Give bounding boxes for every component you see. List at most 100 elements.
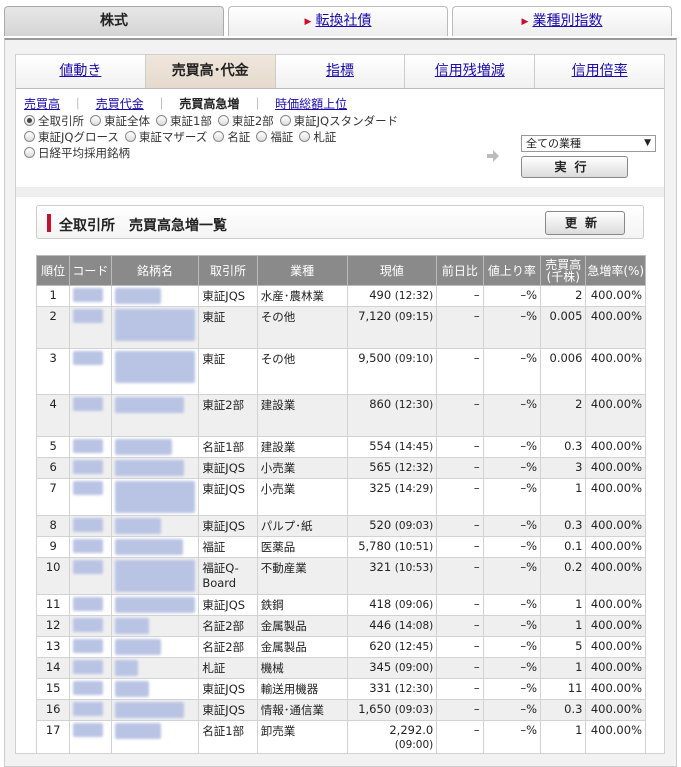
cell-name[interactable]: 極洋株式 — [110, 285, 200, 307]
stock-code-link[interactable]: 3840 — [73, 702, 103, 716]
radio-icon[interactable] — [279, 115, 291, 126]
stock-name-link[interactable]: わかもと製薬 — [114, 539, 184, 555]
stock-name-link[interactable]: ナフコホールディングス — [114, 481, 196, 513]
cell-name[interactable]: 浅香工業 — [110, 636, 200, 658]
tab-volume-value[interactable]: 売買高･代金 — [145, 55, 276, 88]
tab-indicators-link[interactable]: 指標 — [326, 63, 354, 79]
stock-name-link[interactable]: ETF上場投資信託銘柄名 — [114, 351, 196, 383]
stock-code-link[interactable]: 1787 — [73, 397, 103, 411]
cell-name[interactable]: パスコ社情報 — [110, 699, 200, 721]
link-turnover[interactable]: 売買高 — [24, 97, 60, 111]
radio-nikkei225[interactable]: 日経平均採用銘柄 — [24, 145, 130, 161]
radio-tse1[interactable]: 東証1部 — [156, 113, 212, 129]
tab-stocks[interactable]: 株式 — [4, 6, 224, 36]
link-trading-value[interactable]: 売買代金 — [96, 97, 144, 111]
cell-code[interactable]: 2790 — [69, 478, 112, 516]
cell-name[interactable]: iシェアーズ日本株式 — [110, 306, 200, 349]
cell-code[interactable]: 8887 — [69, 557, 112, 595]
cell-name[interactable]: フジオ — [110, 678, 200, 700]
tab-convertible-bonds[interactable]: ▶ 転換社債 — [228, 6, 448, 36]
tab-industry-index[interactable]: ▶ 業種別指数 — [452, 6, 672, 36]
cell-code[interactable]: 7201 — [69, 657, 112, 679]
radio-icon[interactable] — [24, 147, 35, 158]
radio-tse2[interactable]: 東証2部 — [217, 113, 274, 129]
tab-margin-change[interactable]: 信用残増減 — [405, 55, 536, 88]
cell-name[interactable]: 椿本興業 — [110, 720, 200, 754]
stock-code-link[interactable]: 2747 — [73, 460, 103, 474]
stock-code-link[interactable]: 1301 — [73, 288, 103, 302]
radio-icon[interactable] — [90, 115, 101, 126]
stock-code-link[interactable]: 3953 — [73, 518, 103, 532]
tab-margin-change-link[interactable]: 信用残増減 — [435, 63, 505, 79]
stock-name-link[interactable]: フジオ — [114, 681, 150, 697]
radio-mothers[interactable]: 東証マザーズ — [124, 129, 207, 145]
stock-name-link[interactable]: iシェアーズ日本株式 — [114, 309, 196, 341]
cell-code[interactable]: 7299 — [69, 678, 112, 700]
stock-name-link[interactable]: 大村紙業 — [114, 518, 161, 534]
cell-name[interactable]: ビックボックスリアル — [110, 557, 200, 595]
stock-code-link[interactable]: 7299 — [73, 681, 103, 695]
radio-tse-all[interactable]: 東証全体 — [90, 113, 150, 129]
cell-code[interactable]: 1573 — [69, 348, 112, 395]
stock-code-link[interactable]: 1475 — [73, 309, 103, 323]
radio-icon[interactable] — [24, 131, 35, 142]
stock-name-link[interactable]: 極洋株式 — [114, 288, 161, 304]
cell-code[interactable]: 8052 — [69, 720, 112, 754]
stock-code-link[interactable]: 8887 — [73, 560, 103, 574]
radio-icon[interactable] — [299, 131, 311, 142]
tab-price-movement-link[interactable]: 値動き — [59, 63, 101, 79]
industry-select[interactable]: 全ての業種 ▼ — [521, 135, 656, 152]
stock-name-link[interactable]: 熊谷組銘柄 — [114, 439, 173, 455]
stock-code-link[interactable]: 5939 — [73, 618, 103, 632]
radio-icon[interactable] — [213, 131, 225, 142]
cell-name[interactable]: 三井住建道路 — [110, 394, 200, 437]
radio-fukuoka[interactable]: 福証 — [256, 129, 293, 145]
stock-name-link[interactable]: 三井住建道路 — [114, 397, 184, 413]
cell-code[interactable]: 4512 — [69, 536, 112, 558]
stock-name-link[interactable]: パスコ社情報 — [114, 702, 184, 718]
stock-name-link[interactable]: 椿本興業 — [114, 723, 161, 739]
execute-button[interactable]: 実行 — [521, 156, 628, 178]
stock-name-link[interactable]: 北雄ラッキー — [114, 460, 184, 476]
cell-name[interactable]: ナフコホールディングス — [110, 478, 200, 516]
radio-jqs[interactable]: 東証JQスタンダード — [279, 113, 398, 129]
stock-code-link[interactable]: 5445 — [73, 597, 103, 611]
tab-industry-index-link[interactable]: 業種別指数 — [532, 13, 602, 29]
refresh-button[interactable]: 更新 — [545, 211, 625, 235]
tab-indicators[interactable]: 指標 — [276, 55, 406, 88]
cell-code[interactable]: 1301 — [69, 285, 112, 307]
stock-name-link[interactable]: 日産 — [114, 660, 138, 676]
cell-name[interactable]: 熊谷組銘柄 — [110, 436, 200, 458]
radio-icon[interactable] — [156, 115, 167, 126]
cell-code[interactable]: 2747 — [69, 457, 112, 479]
cell-code[interactable]: 1861 — [69, 436, 112, 458]
cell-code[interactable]: 3953 — [69, 515, 112, 537]
stock-code-link[interactable]: 7201 — [73, 660, 103, 674]
stock-code-link[interactable]: 2790 — [73, 481, 103, 495]
cell-name[interactable]: 大谷工 — [110, 615, 200, 637]
stock-code-link[interactable]: 1573 — [73, 351, 103, 365]
stock-name-link[interactable]: 浅香工業 — [114, 639, 161, 655]
radio-icon[interactable] — [124, 131, 136, 142]
tab-convertible-bonds-link[interactable]: 転換社債 — [315, 13, 371, 29]
radio-all-exchanges[interactable]: 全取引所 — [24, 113, 84, 129]
cell-name[interactable]: 大村紙業 — [110, 515, 200, 537]
cell-code[interactable]: 5962 — [69, 636, 112, 658]
radio-jqg[interactable]: 東証JQグロース — [24, 129, 119, 145]
stock-code-link[interactable]: 8052 — [73, 723, 103, 737]
cell-code[interactable]: 1787 — [69, 394, 112, 437]
cell-name[interactable]: 日産 — [110, 657, 200, 679]
tab-margin-ratio-link[interactable]: 信用倍率 — [572, 63, 628, 79]
radio-sapporo[interactable]: 札証 — [299, 129, 336, 145]
cell-code[interactable]: 5445 — [69, 594, 112, 616]
radio-selected-icon[interactable] — [24, 115, 35, 126]
stock-code-link[interactable]: 1861 — [73, 439, 103, 453]
radio-icon[interactable] — [217, 115, 229, 126]
cell-code[interactable]: 3840 — [69, 699, 112, 721]
stock-code-link[interactable]: 4512 — [73, 539, 103, 553]
radio-icon[interactable] — [256, 131, 268, 142]
cell-name[interactable]: ユニオン・ソン — [110, 594, 200, 616]
stock-name-link[interactable]: 大谷工 — [114, 618, 150, 634]
stock-code-link[interactable]: 5962 — [73, 639, 103, 653]
cell-name[interactable]: 北雄ラッキー — [110, 457, 200, 479]
